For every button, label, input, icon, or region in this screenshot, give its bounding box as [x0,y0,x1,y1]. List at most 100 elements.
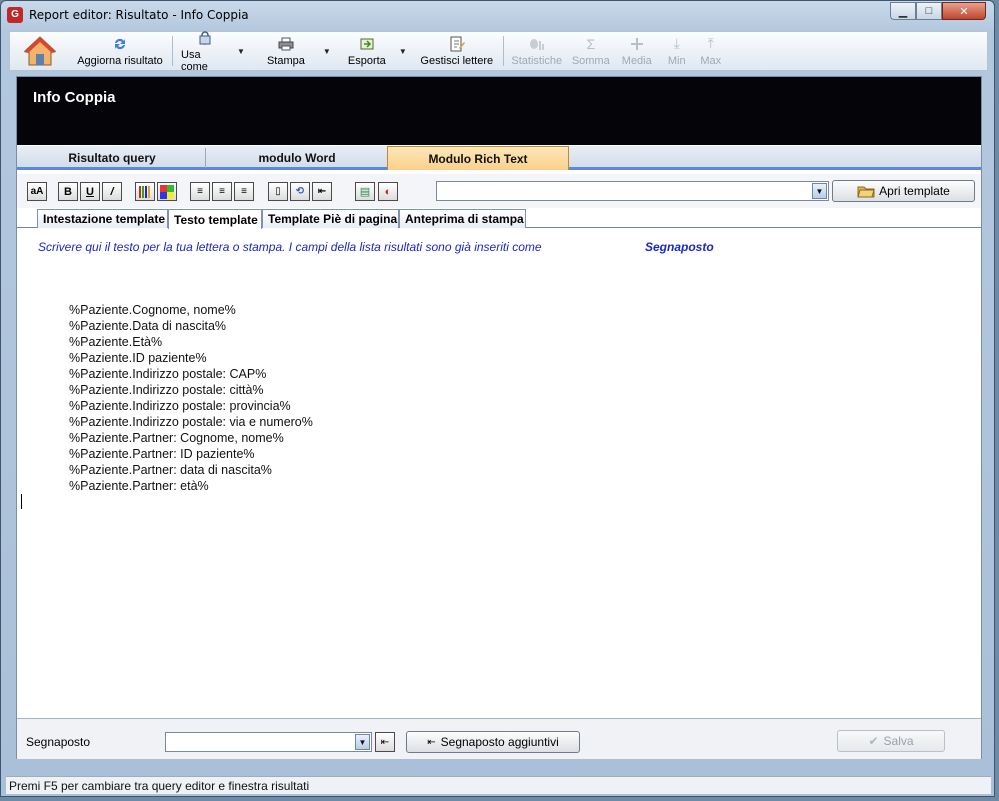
open-template-button[interactable]: Apri template [832,180,975,202]
rich-text-editor[interactable]: Scrivere qui il testo per la tua lettera… [18,229,980,717]
sigma-icon: Σ [586,35,596,52]
insert-field-icon: ⇤ [380,736,390,748]
export-dropdown[interactable]: ▼ [397,32,413,70]
statistics-button[interactable]: Statistiche [506,32,568,70]
align-right-button[interactable]: ≡ [234,182,254,201]
tab-separator [205,148,206,168]
tab-word-module[interactable]: modulo Word [207,146,387,170]
font-size-icon: aA [30,186,44,197]
placeholder-line: %Paziente.Indirizzo postale: CAP% [69,367,267,381]
placeholder-line: %Paziente.Partner: ID paziente% [69,447,255,461]
format-toolbar: aA B U / ≡ ≡ ≡ ▯ ⟲ ⇤ ▤ ◐ ▼ Apri template [17,174,981,208]
minimize-button[interactable]: ▁ [890,2,916,20]
link-button[interactable]: ⟲ [290,182,310,201]
use-as-label: Usa come [181,48,208,73]
window-title: Report editor: Risultato - Info Coppia [29,8,249,22]
maximize-icon: □ [925,5,933,17]
align-left-icon: ≡ [197,186,203,197]
template-combo-arrow[interactable]: ▼ [812,183,827,199]
print-button[interactable]: Stampa [251,32,321,70]
maximize-button[interactable]: □ [916,2,942,20]
dropdown-arrow-icon: ▼ [358,737,367,747]
underline-icon: U [86,185,94,198]
notepad-button[interactable]: ▤ [355,182,375,201]
main-tabs: Risultato query modulo Word Modulo Rich … [17,146,981,170]
placeholder-select[interactable]: ▼ [165,732,372,752]
placeholder-line: %Paziente.Data di nascita% [69,319,227,333]
export-label: Esporta [347,54,386,67]
mean-button[interactable]: Media [614,32,660,70]
placeholder-line: %Paziente.ID paziente% [69,351,207,365]
edit-letter-icon [449,36,465,52]
additional-placeholders-button[interactable]: ⇤ Segnaposto aggiuntivi [406,731,580,753]
template-subtabs: Intestazione template Testo template Tem… [17,208,981,229]
refresh-icon [112,36,128,52]
instruction-keyword: Segnaposto [645,240,714,254]
mean-label: Media [621,54,652,67]
report-panel: Info Coppia Risultato query modulo Word … [16,76,982,759]
sum-button[interactable]: Σ Somma [568,32,614,70]
bold-button[interactable]: B [58,182,78,201]
window-controls: ▁ □ ✕ [890,2,986,20]
mean-icon [629,36,645,52]
placeholder-select-arrow[interactable]: ▼ [355,734,370,750]
manage-letters-label: Gestisci lettere [420,54,494,67]
close-button[interactable]: ✕ [942,2,986,20]
underline-button[interactable]: U [80,182,100,201]
tab-template-footer[interactable]: Template Piè di pagina [262,209,399,228]
text-color-button[interactable] [135,182,155,201]
toolbar-separator [172,36,173,66]
home-button[interactable] [10,32,70,70]
save-label: Salva [883,734,914,748]
placeholder-bar: Segnaposto ▼ ⇤ ⇤ Segnaposto aggiuntivi ✔… [17,718,981,759]
align-right-icon: ≡ [241,186,247,197]
min-label: Min [667,54,686,67]
refresh-result-label: Aggiorna risultato [77,54,163,67]
header-band: Info Coppia [17,77,981,145]
align-center-icon: ≡ [219,186,225,197]
insert-placeholder-button[interactable]: ⇤ [312,182,332,201]
additional-placeholders-label: Segnaposto aggiuntivi [440,735,559,749]
print-label: Stampa [266,54,305,67]
font-size-button[interactable]: aA [27,182,47,201]
max-button[interactable]: ⤒ Max [694,32,728,70]
main-toolbar: Aggiorna risultato Usa come ▼ Stampa ▼ E… [9,30,988,73]
align-left-button[interactable]: ≡ [190,182,210,201]
use-as-button[interactable]: Usa come [175,30,235,73]
tab-template-text[interactable]: Testo template [168,209,262,229]
insert-field-icon: ⇤ [317,186,327,197]
align-center-button[interactable]: ≡ [212,182,232,201]
insert-placeholder-small-button[interactable]: ⇤ [375,732,395,752]
tab-rich-text-module[interactable]: Modulo Rich Text [387,146,569,170]
highlight-color-button[interactable] [157,182,177,201]
status-bar: Premi F5 per cambiare tra query editor e… [6,776,991,794]
dropdown-arrow-icon: ▼ [237,46,245,56]
placeholder-lines: %Paziente.Cognome, nome% %Paziente.Data … [69,302,313,494]
tab-template-header[interactable]: Intestazione template [37,209,168,228]
instruction-text: Scrivere qui il testo per la tua lettera… [38,240,542,254]
new-document-button[interactable]: ▯ [268,182,288,201]
manage-letters-button[interactable]: Gestisci lettere [413,32,501,70]
export-icon [359,36,375,52]
placeholder-line: %Paziente.Indirizzo postale: città% [69,383,264,397]
use-as-dropdown[interactable]: ▼ [235,32,251,70]
template-combo[interactable]: ▼ [436,181,829,201]
refresh-result-button[interactable]: Aggiorna risultato [70,32,170,70]
placeholder-line: %Paziente.Partner: età% [69,479,209,493]
print-dropdown[interactable]: ▼ [321,32,337,70]
min-icon: ⤓ [673,35,680,51]
save-button[interactable]: ✔ Salva [837,730,945,752]
app-logo-icon: G [7,7,23,23]
reset-button[interactable]: ◐ [378,182,398,201]
tab-query-result[interactable]: Risultato query [17,146,207,170]
min-button[interactable]: ⤓ Min [660,32,694,70]
tab-print-preview[interactable]: Anteprima di stampa [399,209,526,228]
placeholder-label: Segnaposto [26,735,91,749]
export-button[interactable]: Esporta [337,32,397,70]
clip-icon [197,30,213,46]
italic-button[interactable]: / [102,182,122,201]
italic-icon: / [110,185,114,198]
reset-icon: ◐ [384,185,392,198]
notepad-icon: ▤ [359,186,371,198]
page-icon: ▯ [275,186,281,197]
